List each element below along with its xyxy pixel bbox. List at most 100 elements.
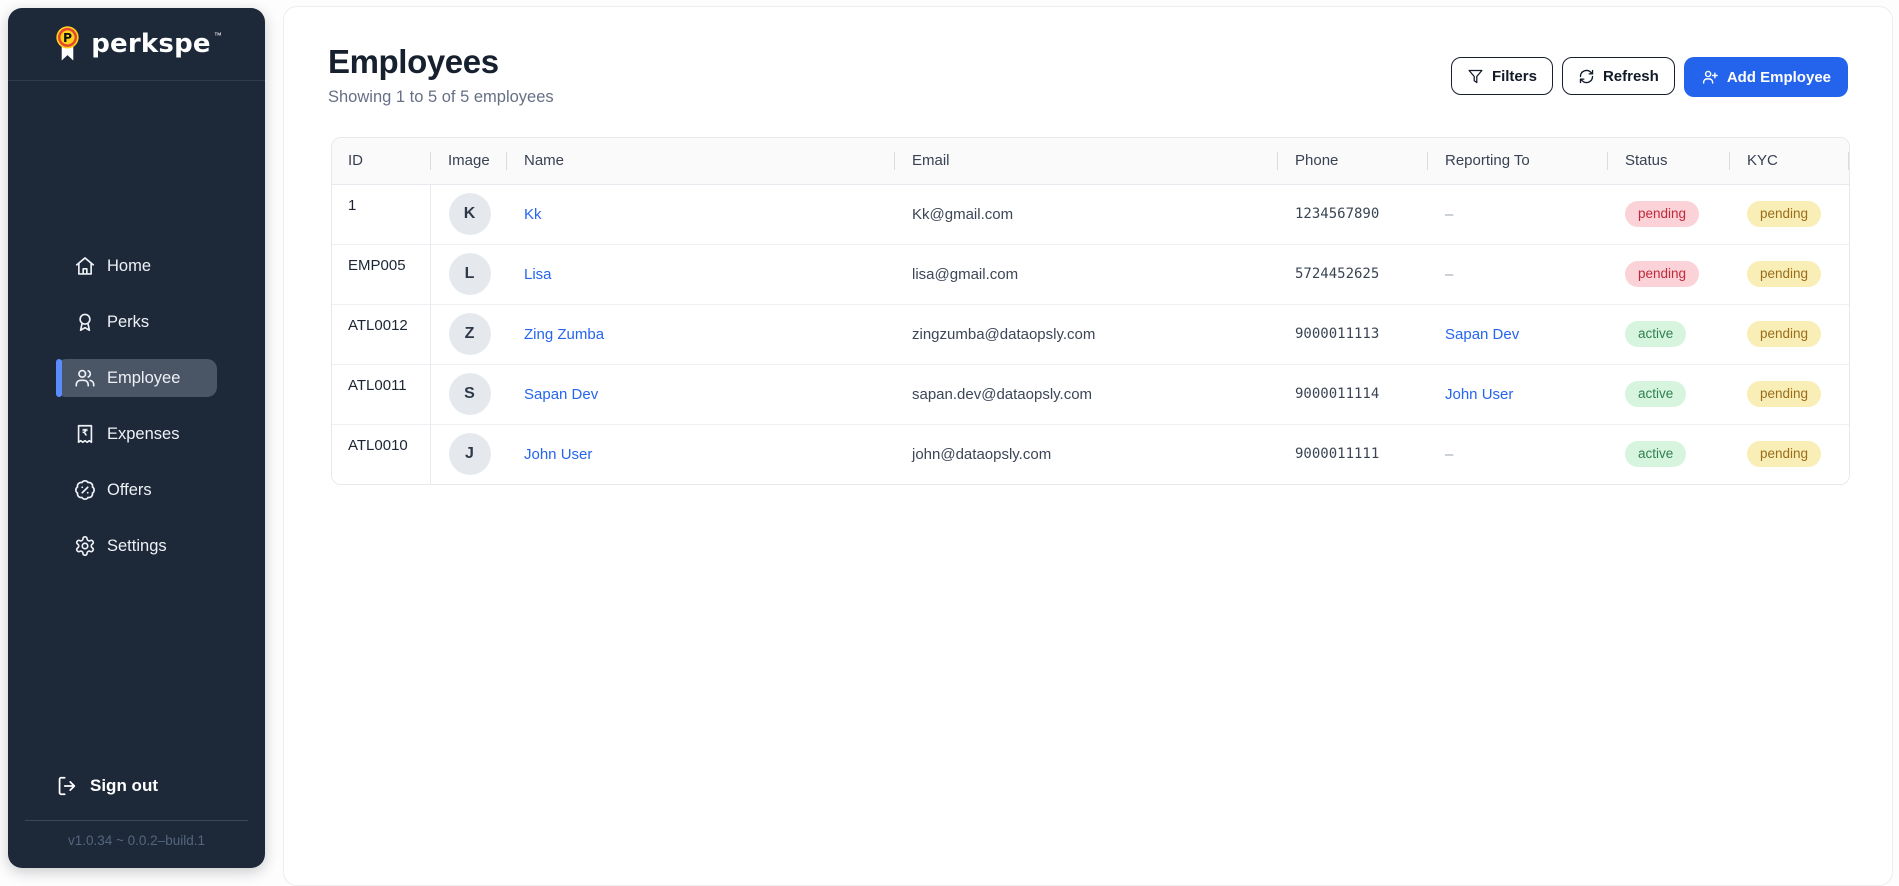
sign-out-button[interactable]: Sign out bbox=[56, 766, 217, 806]
reporting-to-empty: – bbox=[1445, 266, 1453, 283]
reporting-to-cell: John User bbox=[1427, 364, 1607, 424]
kyc-badge: pending bbox=[1747, 201, 1821, 227]
employee-name-link[interactable]: Kk bbox=[524, 206, 542, 223]
refresh-button[interactable]: Refresh bbox=[1562, 57, 1675, 95]
gear-icon bbox=[74, 535, 96, 557]
discount-badge-icon bbox=[74, 479, 96, 501]
sidebar-item-settings[interactable]: Settings bbox=[56, 527, 217, 565]
reporting-to-link[interactable]: Sapan Dev bbox=[1445, 326, 1519, 343]
reporting-to-cell: Sapan Dev bbox=[1427, 304, 1607, 364]
employee-phone: 5724452625 bbox=[1277, 244, 1427, 304]
status-badge: active bbox=[1625, 381, 1686, 407]
refresh-label: Refresh bbox=[1603, 68, 1659, 85]
reporting-to-cell: – bbox=[1427, 244, 1607, 304]
column-header-reporting-to: Reporting To bbox=[1427, 138, 1607, 184]
table-row[interactable]: EMP005 L Lisa lisa@gmail.com 5724452625 … bbox=[332, 244, 1849, 304]
sign-out-label: Sign out bbox=[90, 776, 158, 796]
sidebar: P perkspe ™ Home Perks Employee Expenses… bbox=[8, 8, 265, 868]
svg-text:P: P bbox=[63, 31, 72, 45]
employee-name-link[interactable]: Sapan Dev bbox=[524, 386, 598, 403]
sidebar-item-expenses[interactable]: Expenses bbox=[56, 415, 217, 453]
sidebar-item-perks[interactable]: Perks bbox=[56, 303, 217, 341]
employee-id: ATL0012 bbox=[332, 304, 430, 364]
kyc-badge: pending bbox=[1747, 321, 1821, 347]
home-icon bbox=[74, 255, 96, 277]
add-employee-button[interactable]: Add Employee bbox=[1684, 57, 1848, 97]
employee-id: ATL0010 bbox=[332, 424, 430, 484]
kyc-badge: pending bbox=[1747, 381, 1821, 407]
filters-button[interactable]: Filters bbox=[1451, 57, 1553, 95]
filters-label: Filters bbox=[1492, 68, 1537, 85]
employee-id: 1 bbox=[332, 184, 430, 244]
results-count: Showing 1 to 5 of 5 employees bbox=[328, 88, 554, 107]
sidebar-nav: Home Perks Employee Expenses Offers Sett… bbox=[8, 247, 265, 583]
employee-email: Kk@gmail.com bbox=[894, 184, 1277, 244]
column-header-id: ID bbox=[332, 138, 430, 184]
refresh-icon bbox=[1578, 68, 1595, 85]
employee-phone: 9000011114 bbox=[1277, 364, 1427, 424]
status-badge: pending bbox=[1625, 201, 1699, 227]
nav-item-label: Settings bbox=[107, 537, 167, 556]
reporting-to-empty: – bbox=[1445, 446, 1453, 463]
column-header-status: Status bbox=[1607, 138, 1729, 184]
employee-avatar: J bbox=[449, 433, 491, 475]
receipt-rupee-icon bbox=[74, 423, 96, 445]
user-plus-icon bbox=[1701, 68, 1719, 86]
nav-item-label: Perks bbox=[107, 313, 149, 332]
column-header-kyc: KYC bbox=[1729, 138, 1849, 184]
logo-trademark: ™ bbox=[214, 31, 222, 40]
sign-out-icon bbox=[56, 775, 78, 797]
add-employee-label: Add Employee bbox=[1727, 69, 1831, 86]
employee-email: sapan.dev@dataopsly.com bbox=[894, 364, 1277, 424]
logo-text: perkspe bbox=[91, 29, 210, 59]
employee-email: lisa@gmail.com bbox=[894, 244, 1277, 304]
reporting-to-empty: – bbox=[1445, 206, 1453, 223]
column-header-email: Email bbox=[894, 138, 1277, 184]
reporting-to-cell: – bbox=[1427, 184, 1607, 244]
employee-avatar: S bbox=[449, 373, 491, 415]
employee-avatar: K bbox=[449, 193, 491, 235]
table-row[interactable]: ATL0011 S Sapan Dev sapan.dev@dataopsly.… bbox=[332, 364, 1849, 424]
employee-email: john@dataopsly.com bbox=[894, 424, 1277, 484]
perkspe-medal-icon: P bbox=[51, 25, 84, 63]
employee-name-link[interactable]: Lisa bbox=[524, 266, 552, 283]
employee-id: ATL0011 bbox=[332, 364, 430, 424]
filter-icon bbox=[1467, 68, 1484, 85]
status-badge: pending bbox=[1625, 261, 1699, 287]
version-text: v1.0.34 ~ 0.0.2–build.1 bbox=[8, 821, 265, 868]
sidebar-item-home[interactable]: Home bbox=[56, 247, 217, 285]
main-content: Employees Showing 1 to 5 of 5 employees … bbox=[283, 6, 1893, 886]
reporting-to-link[interactable]: John User bbox=[1445, 386, 1513, 403]
column-header-image: Image bbox=[430, 138, 506, 184]
employee-name-link[interactable]: Zing Zumba bbox=[524, 326, 604, 343]
employee-email: zingzumba@dataopsly.com bbox=[894, 304, 1277, 364]
employee-avatar: Z bbox=[449, 313, 491, 355]
kyc-badge: pending bbox=[1747, 441, 1821, 467]
users-icon bbox=[74, 367, 96, 389]
column-header-name: Name bbox=[506, 138, 894, 184]
sidebar-item-offers[interactable]: Offers bbox=[56, 471, 217, 509]
kyc-badge: pending bbox=[1747, 261, 1821, 287]
page-title: Employees bbox=[328, 43, 554, 81]
reporting-to-cell: – bbox=[1427, 424, 1607, 484]
employee-avatar: L bbox=[449, 253, 491, 295]
sidebar-item-employee[interactable]: Employee bbox=[56, 359, 217, 397]
employee-phone: 9000011111 bbox=[1277, 424, 1427, 484]
status-badge: active bbox=[1625, 441, 1686, 467]
medal-icon bbox=[74, 311, 96, 333]
nav-item-label: Employee bbox=[107, 369, 180, 388]
status-badge: active bbox=[1625, 321, 1686, 347]
table-row[interactable]: ATL0010 J John User john@dataopsly.com 9… bbox=[332, 424, 1849, 484]
table-row[interactable]: ATL0012 Z Zing Zumba zingzumba@dataopsly… bbox=[332, 304, 1849, 364]
column-header-phone: Phone bbox=[1277, 138, 1427, 184]
employee-phone: 9000011113 bbox=[1277, 304, 1427, 364]
employee-id: EMP005 bbox=[332, 244, 430, 304]
employees-table: IDImageNameEmailPhoneReporting ToStatusK… bbox=[331, 137, 1850, 485]
logo: P perkspe ™ bbox=[8, 8, 265, 81]
table-row[interactable]: 1 K Kk Kk@gmail.com 1234567890 – pending… bbox=[332, 184, 1849, 244]
nav-item-label: Offers bbox=[107, 481, 152, 500]
table-header-row: IDImageNameEmailPhoneReporting ToStatusK… bbox=[332, 138, 1849, 184]
employee-phone: 1234567890 bbox=[1277, 184, 1427, 244]
nav-item-label: Expenses bbox=[107, 425, 179, 444]
employee-name-link[interactable]: John User bbox=[524, 446, 592, 463]
